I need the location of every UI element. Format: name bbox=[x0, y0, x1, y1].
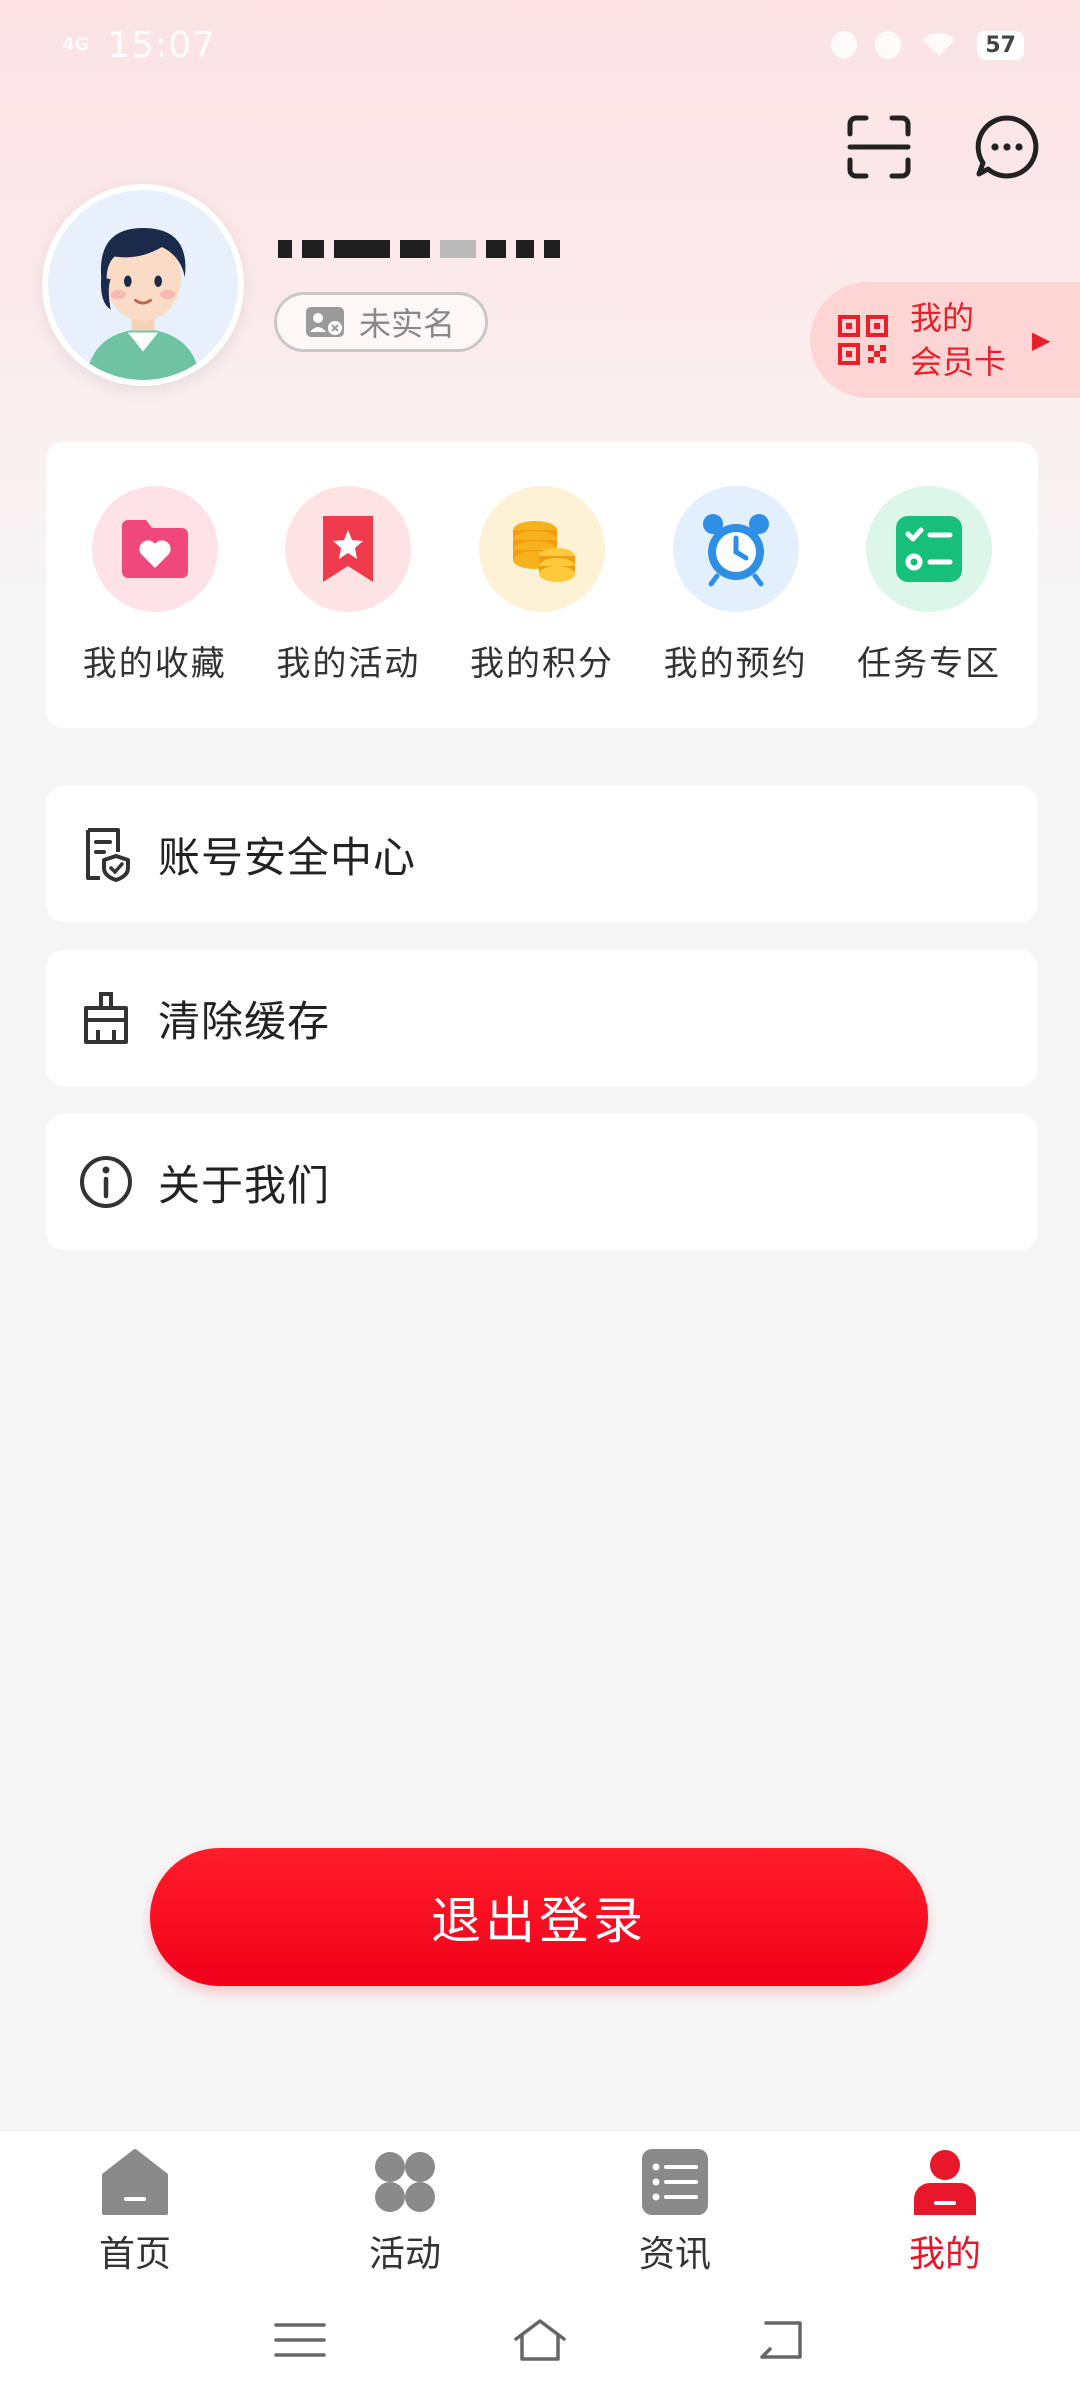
member-card-label: 我的 会员卡 bbox=[910, 299, 1007, 381]
quick-icon-bg bbox=[672, 486, 799, 612]
status-bar: 4G 15:07 57 bbox=[0, 0, 1080, 90]
document-shield-icon bbox=[86, 828, 130, 882]
quick-item-points[interactable]: 我的积分 bbox=[450, 442, 634, 728]
mute-status-icon bbox=[875, 31, 902, 59]
clear-cache-row[interactable]: 清除缓存 bbox=[46, 950, 1038, 1086]
quick-label: 任务专区 bbox=[857, 644, 1002, 684]
row-label: 清除缓存 bbox=[158, 996, 331, 1046]
broom-icon bbox=[84, 992, 128, 1044]
about-us-row[interactable]: 关于我们 bbox=[46, 1114, 1038, 1250]
member-card-button[interactable]: 我的 会员卡 ▶ bbox=[810, 282, 1080, 398]
coins-icon bbox=[512, 521, 575, 582]
quick-label: 我的积分 bbox=[469, 644, 614, 684]
menu-icon[interactable] bbox=[272, 2315, 328, 2365]
quick-icon-bg bbox=[91, 486, 218, 612]
checklist-icon bbox=[896, 516, 963, 582]
network-indicator: 4G bbox=[62, 34, 90, 55]
system-navigation-bar bbox=[0, 2280, 1080, 2400]
grid-icon bbox=[375, 2152, 435, 2212]
quick-label: 我的收藏 bbox=[82, 644, 227, 684]
alarm-clock-icon bbox=[702, 514, 769, 587]
quick-icon-bg bbox=[478, 486, 605, 612]
back-icon[interactable] bbox=[752, 2315, 808, 2365]
quick-item-reservations[interactable]: 我的预约 bbox=[644, 442, 828, 728]
realname-status-label: 未实名 bbox=[359, 305, 456, 343]
battery-indicator: 57 bbox=[977, 30, 1024, 60]
tab-label: 资讯 bbox=[638, 2234, 711, 2275]
username-redacted bbox=[278, 236, 588, 262]
news-list-icon bbox=[642, 2149, 708, 2215]
realname-status-badge[interactable]: 未实名 bbox=[274, 292, 488, 352]
quick-item-activities[interactable]: 我的活动 bbox=[256, 442, 440, 728]
scan-icon bbox=[847, 115, 911, 179]
person-icon bbox=[914, 2150, 976, 2215]
star-bookmark-icon bbox=[323, 516, 374, 582]
account-security-row[interactable]: 账号安全中心 bbox=[46, 786, 1038, 922]
bottom-tab-bar: 首页 活动 资讯 我的 bbox=[0, 2130, 1080, 2280]
info-icon bbox=[80, 1156, 132, 1208]
tab-activities[interactable]: 活动 bbox=[270, 2131, 540, 2280]
quick-item-favorites[interactable]: 我的收藏 bbox=[63, 442, 247, 728]
tab-label: 活动 bbox=[368, 2234, 441, 2275]
row-label: 账号安全中心 bbox=[158, 832, 417, 882]
tab-label: 首页 bbox=[98, 2234, 171, 2275]
chat-bubble-icon bbox=[975, 115, 1039, 179]
quick-icon-bg bbox=[285, 486, 412, 612]
wifi-icon bbox=[923, 33, 956, 56]
tab-news[interactable]: 资讯 bbox=[540, 2131, 810, 2280]
id-card-icon bbox=[306, 307, 344, 337]
home-icon bbox=[102, 2149, 168, 2215]
quick-label: 我的预约 bbox=[663, 644, 808, 684]
alarm-status-icon bbox=[831, 31, 858, 59]
status-time: 15:07 bbox=[107, 24, 217, 66]
qr-code-icon bbox=[838, 315, 888, 365]
quick-label: 我的活动 bbox=[276, 644, 421, 684]
tab-label: 我的 bbox=[908, 2234, 981, 2275]
quick-item-tasks[interactable]: 任务专区 bbox=[837, 442, 1021, 728]
arrow-right-icon: ▶ bbox=[1032, 326, 1051, 354]
tab-home[interactable]: 首页 bbox=[0, 2131, 270, 2280]
avatar[interactable] bbox=[42, 184, 244, 386]
avatar-illustration bbox=[48, 190, 238, 380]
home-nav-icon[interactable] bbox=[512, 2315, 568, 2365]
row-label: 关于我们 bbox=[158, 1160, 331, 1210]
heart-folder-icon bbox=[121, 520, 188, 578]
tab-mine[interactable]: 我的 bbox=[810, 2131, 1080, 2280]
message-button[interactable] bbox=[974, 114, 1040, 180]
logout-button[interactable]: 退出登录 bbox=[150, 1848, 928, 1986]
scan-button[interactable] bbox=[846, 114, 912, 180]
quick-icon-bg bbox=[866, 486, 993, 612]
quick-menu-card: 我的收藏 我的活动 我的积分 我的预约 任务专区 bbox=[46, 442, 1038, 728]
